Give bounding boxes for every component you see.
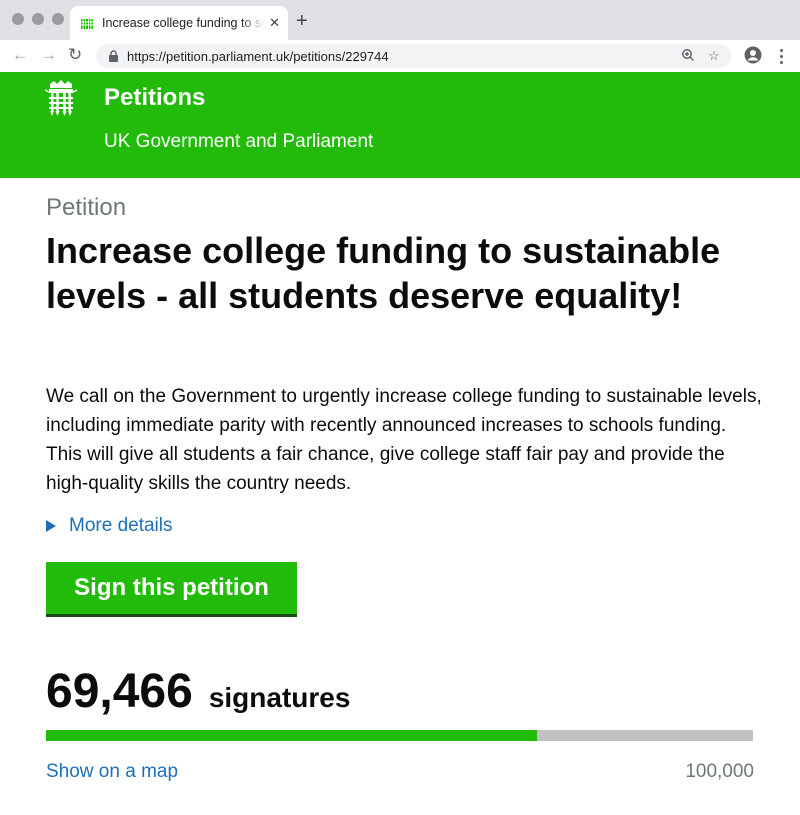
more-details-toggle[interactable]: More details [46, 513, 173, 539]
address-bar[interactable]: https://petition.parliament.uk/petitions… [96, 44, 732, 68]
portcullis-favicon-icon [80, 16, 94, 30]
more-details-label[interactable]: More details [69, 513, 173, 539]
signature-count: 69,466 signatures [46, 664, 350, 720]
kebab-menu-icon[interactable] [776, 46, 786, 66]
close-icon[interactable]: ✕ [269, 15, 280, 31]
signature-count-number: 69,466 [46, 665, 193, 718]
tab-title: Increase college funding to sustainable … [102, 16, 266, 30]
show-on-map-link[interactable]: Show on a map [46, 759, 178, 785]
minimize-window-button[interactable] [32, 13, 44, 25]
petition-description: We call on the Government to urgently in… [46, 386, 762, 494]
site-subtitle-link[interactable]: UK Government and Parliament [104, 130, 373, 154]
sign-petition-button[interactable]: Sign this petition [46, 562, 297, 617]
plus-icon[interactable]: + [296, 11, 308, 31]
signature-count-label: signatures [208, 682, 351, 713]
browser-tab-bar: Increase college funding to sustainable … [0, 0, 800, 40]
lock-icon [109, 50, 118, 62]
signature-progress-fill [46, 730, 538, 741]
reload-icon[interactable]: ↻ [68, 45, 82, 65]
arrow-left-icon[interactable]: ← [12, 45, 29, 65]
zoom-icon[interactable] [678, 48, 698, 65]
star-icon[interactable]: ☆ [704, 48, 724, 64]
maximize-window-button[interactable] [52, 13, 64, 25]
site-name-link[interactable]: Petitions [104, 84, 205, 112]
triangle-right-icon [46, 520, 56, 532]
url-text[interactable]: https://petition.parliament.uk/petitions… [127, 49, 672, 64]
close-window-button[interactable] [12, 13, 24, 25]
page-title: Increase college funding to sustainable … [46, 230, 721, 316]
browser-toolbar: ← → ↻ https://petition.parliament.uk/pet… [0, 40, 800, 73]
arrow-right-icon[interactable]: → [40, 45, 57, 65]
browser-tab[interactable]: Increase college funding to sustainable … [70, 6, 288, 40]
signature-target: 100,000 [685, 761, 754, 782]
page-caption: Petition [46, 194, 127, 221]
signature-progress-bar [46, 730, 753, 741]
portcullis-icon[interactable] [44, 80, 78, 116]
window-controls [12, 13, 64, 25]
account-icon[interactable] [744, 46, 762, 64]
